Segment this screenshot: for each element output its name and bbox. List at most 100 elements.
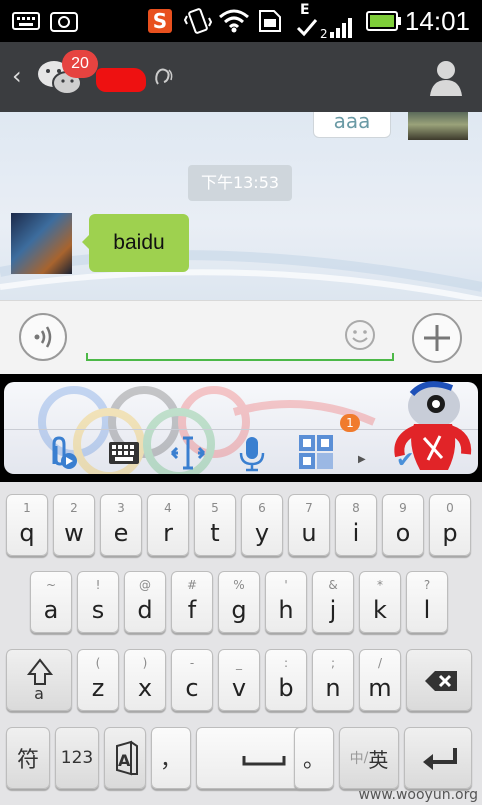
key-label: i bbox=[352, 519, 360, 547]
notification-count-badge: 1 bbox=[340, 414, 360, 432]
emoji-icon[interactable] bbox=[344, 319, 376, 351]
key-alt-label: 9 bbox=[399, 501, 407, 515]
key-q[interactable]: 1q bbox=[6, 494, 48, 556]
svg-text:A: A bbox=[118, 751, 131, 770]
key-j[interactable]: & j bbox=[312, 571, 354, 633]
key-alt-label: : bbox=[283, 656, 289, 670]
key-label: t bbox=[210, 519, 220, 547]
key-h[interactable]: ' h bbox=[265, 571, 307, 633]
key-o[interactable]: 9o bbox=[382, 494, 424, 556]
olympic-mascot-icon[interactable] bbox=[386, 374, 478, 478]
more-arrow-icon[interactable]: ▶ bbox=[358, 454, 366, 465]
language-switch-key[interactable]: 中 / 英 bbox=[339, 727, 399, 789]
key-t[interactable]: 5t bbox=[194, 494, 236, 556]
key-p[interactable]: 0p bbox=[429, 494, 471, 556]
grid-apps-icon[interactable] bbox=[296, 434, 336, 472]
symbol-key[interactable]: 符 bbox=[6, 727, 50, 789]
cursor-move-icon[interactable] bbox=[168, 434, 208, 472]
key-z[interactable]: (z bbox=[77, 649, 119, 711]
plus-icon bbox=[424, 325, 450, 351]
keyboard-icon bbox=[12, 12, 40, 30]
key-c[interactable]: -c bbox=[171, 649, 213, 711]
my-avatar[interactable] bbox=[408, 112, 468, 140]
contact-profile-icon[interactable] bbox=[428, 58, 464, 98]
key-label: x bbox=[137, 674, 153, 702]
key-label: r bbox=[163, 519, 173, 547]
number-key-label: 123 bbox=[60, 748, 94, 768]
key-alt-label: ' bbox=[284, 578, 288, 592]
number-key[interactable]: 123 bbox=[55, 727, 99, 789]
key-label: p bbox=[442, 519, 458, 547]
key-label: h bbox=[278, 596, 294, 624]
attachment-icon[interactable] bbox=[40, 434, 80, 472]
key-i[interactable]: 8i bbox=[335, 494, 377, 556]
key-b[interactable]: :b bbox=[265, 649, 307, 711]
key-label: o bbox=[395, 519, 411, 547]
key-label: b bbox=[278, 674, 294, 702]
key-label: m bbox=[368, 674, 392, 702]
key-alt-label: ( bbox=[95, 656, 101, 670]
enter-key[interactable] bbox=[404, 727, 472, 789]
key-alt-label: % bbox=[233, 578, 245, 592]
battery-icon bbox=[366, 11, 401, 31]
key-w[interactable]: 2w bbox=[53, 494, 95, 556]
microphone-icon[interactable] bbox=[232, 434, 272, 472]
watermark: www.wooyun.org bbox=[358, 787, 478, 803]
key-y[interactable]: 6y bbox=[241, 494, 283, 556]
key-alt-label: ~ bbox=[45, 578, 57, 592]
comma-key-label: ， bbox=[159, 748, 182, 773]
period-key[interactable]: 。 bbox=[294, 727, 334, 789]
shift-key[interactable]: a bbox=[6, 649, 72, 711]
svg-text:2: 2 bbox=[320, 27, 328, 40]
voice-waves-icon bbox=[34, 326, 52, 348]
chat-background-swoosh bbox=[0, 250, 482, 300]
key-x[interactable]: ) x bbox=[124, 649, 166, 711]
lang-en-label: 英 bbox=[368, 747, 389, 772]
key-label: n bbox=[325, 674, 341, 702]
key-alt-label: - bbox=[189, 656, 195, 670]
ime-mode-key[interactable]: A bbox=[104, 727, 146, 789]
lang-cn-label: 中 bbox=[349, 751, 364, 767]
key-g[interactable]: % g bbox=[218, 571, 260, 633]
backspace-key[interactable] bbox=[406, 649, 472, 711]
key-f[interactable]: # f bbox=[171, 571, 213, 633]
more-options-button[interactable] bbox=[412, 313, 462, 363]
period-key-label: 。 bbox=[302, 748, 325, 773]
voice-input-button[interactable] bbox=[19, 313, 67, 361]
key-label: e bbox=[113, 519, 129, 547]
key-u[interactable]: 7u bbox=[288, 494, 330, 556]
key-l[interactable]: ? l bbox=[406, 571, 448, 633]
comma-key[interactable]: ， bbox=[151, 727, 191, 789]
key-alt-label: ) bbox=[142, 656, 148, 670]
key-e[interactable]: 3e bbox=[100, 494, 142, 556]
earpiece-mode-icon bbox=[155, 68, 173, 85]
vibrate-icon bbox=[184, 8, 212, 34]
key-label: u bbox=[301, 519, 317, 547]
received-message-bubble[interactable]: baidu bbox=[89, 214, 189, 272]
key-k[interactable]: * k bbox=[359, 571, 401, 633]
key-m[interactable]: / m bbox=[359, 649, 401, 711]
key-alt-label: 8 bbox=[352, 501, 360, 515]
key-s[interactable]: ! s bbox=[77, 571, 119, 633]
key-alt-label: 0 bbox=[446, 501, 454, 515]
sogou-s-icon: S bbox=[148, 9, 172, 33]
status-bar: S E 2 14:01 bbox=[0, 0, 482, 42]
chat-messages-area[interactable]: aaa 下午13:53 baidu bbox=[0, 112, 482, 300]
key-v[interactable]: _ v bbox=[218, 649, 260, 711]
key-d[interactable]: @ d bbox=[124, 571, 166, 633]
key-r[interactable]: 4r bbox=[147, 494, 189, 556]
key-n[interactable]: ; n bbox=[312, 649, 354, 711]
contact-avatar[interactable] bbox=[11, 213, 72, 274]
key-alt-label: ! bbox=[95, 578, 101, 592]
keyboard-switch-icon[interactable] bbox=[104, 434, 144, 472]
language-switch-label: 中 / 英 bbox=[340, 728, 398, 788]
sent-message-bubble[interactable]: aaa bbox=[313, 112, 391, 138]
backspace-icon bbox=[425, 671, 457, 691]
key-label: s bbox=[91, 596, 105, 624]
back-button[interactable]: ‹ bbox=[12, 62, 22, 90]
message-timestamp: 下午13:53 bbox=[188, 165, 292, 201]
key-a[interactable]: ~ a bbox=[30, 571, 72, 633]
key-label: w bbox=[64, 519, 84, 547]
key-alt-label: 5 bbox=[211, 501, 219, 515]
key-alt-label: 7 bbox=[305, 501, 313, 515]
